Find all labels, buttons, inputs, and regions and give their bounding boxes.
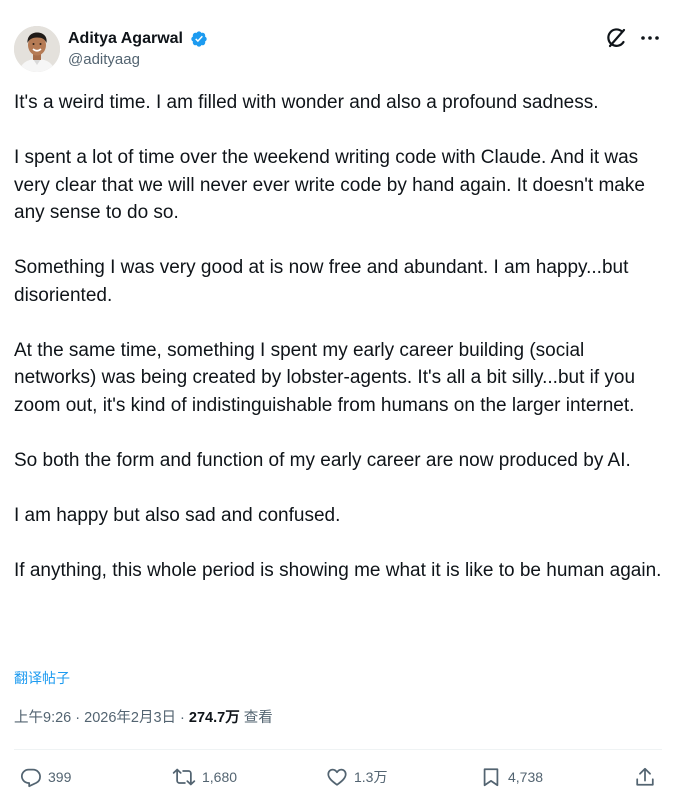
post-paragraph: Something I was very good at is now free… bbox=[14, 257, 634, 306]
verified-badge-icon bbox=[190, 30, 208, 48]
meta-separator: · bbox=[71, 710, 85, 726]
action-bar: 399 1,680 1.3万 4,738 bbox=[14, 764, 662, 792]
author-info: Aditya Agarwal @adityaag bbox=[68, 29, 208, 70]
views-label: 查看 bbox=[243, 710, 273, 726]
handle[interactable]: @adityaag bbox=[68, 50, 208, 70]
post-paragraph: If anything, this whole period is showin… bbox=[14, 559, 662, 581]
header-actions bbox=[604, 26, 664, 52]
bookmark-count: 4,738 bbox=[508, 769, 544, 785]
display-name[interactable]: Aditya Agarwal bbox=[68, 29, 183, 49]
more-icon[interactable] bbox=[638, 26, 664, 52]
post-text: It's a weird time. I am filled with wond… bbox=[14, 89, 664, 584]
repost-icon bbox=[172, 768, 196, 786]
bookmark-button[interactable]: 4,738 bbox=[480, 764, 543, 790]
reply-button[interactable]: 399 bbox=[20, 764, 71, 790]
translate-post-link[interactable]: 翻译帖子 bbox=[14, 668, 70, 688]
reply-count: 399 bbox=[48, 769, 72, 785]
post-paragraph: I am happy but also sad and confused. bbox=[14, 504, 341, 526]
repost-count: 1,680 bbox=[202, 769, 238, 785]
divider bbox=[14, 749, 662, 750]
like-button[interactable]: 1.3万 bbox=[326, 764, 387, 790]
like-icon bbox=[327, 768, 347, 786]
post-paragraph: At the same time, something I spent my e… bbox=[14, 339, 641, 416]
repost-button[interactable]: 1,680 bbox=[172, 764, 237, 790]
grok-icon[interactable] bbox=[604, 26, 630, 52]
like-count: 1.3万 bbox=[354, 769, 388, 785]
bookmark-icon bbox=[483, 768, 499, 787]
share-icon bbox=[636, 767, 654, 786]
meta-separator: · bbox=[176, 710, 189, 726]
avatar-photo bbox=[14, 26, 60, 72]
post-header: Aditya Agarwal @adityaag bbox=[14, 26, 664, 74]
share-button[interactable] bbox=[634, 764, 656, 790]
post-date[interactable]: 2026年2月3日 bbox=[84, 710, 176, 726]
views-count: 274.7万 bbox=[188, 710, 240, 726]
post-time[interactable]: 上午9:26 bbox=[14, 710, 71, 726]
avatar[interactable] bbox=[14, 26, 60, 72]
post-paragraph: So both the form and function of my earl… bbox=[14, 449, 631, 471]
post-paragraph: It's a weird time. I am filled with wond… bbox=[14, 92, 599, 113]
reply-icon bbox=[20, 768, 41, 788]
post-paragraph: I spent a lot of time over the weekend w… bbox=[14, 147, 651, 223]
post-meta: 上午9:26 · 2026年2月3日 · 274.7万 查看 bbox=[14, 708, 273, 728]
